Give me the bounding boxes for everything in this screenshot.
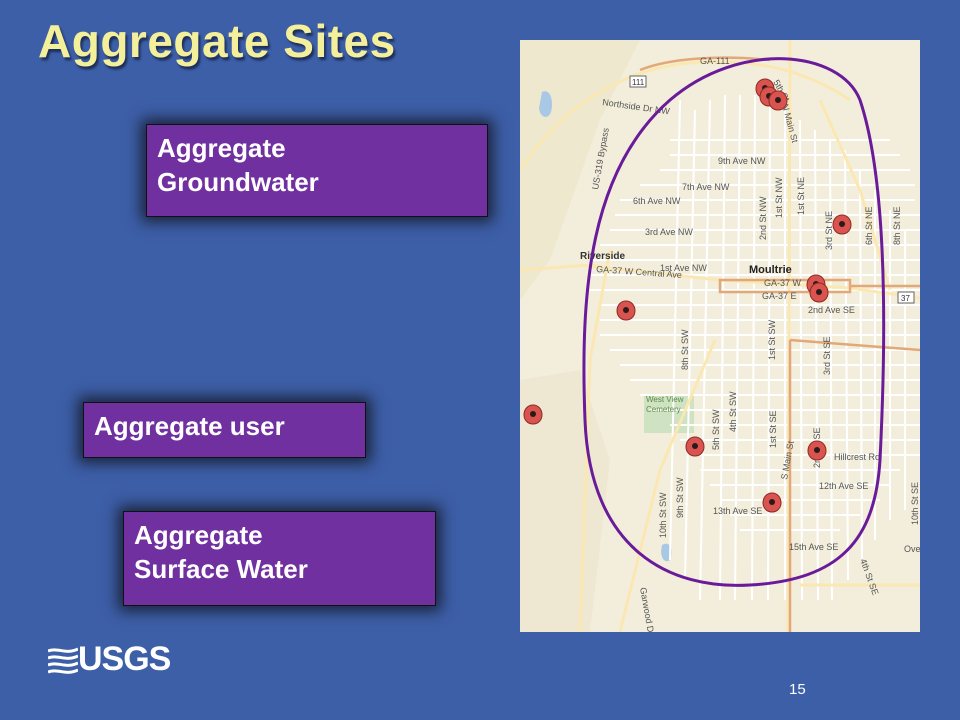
svg-text:GA-37 W: GA-37 W <box>764 278 802 288</box>
svg-text:4th St SW: 4th St SW <box>728 391 738 432</box>
svg-text:9th St SW: 9th St SW <box>675 477 685 518</box>
site-marker[interactable] <box>762 492 782 513</box>
svg-text:1st St NE: 1st St NE <box>796 177 806 215</box>
route-111-shield: 111 <box>629 75 647 88</box>
aggregate-user-label: Aggregate user <box>83 402 366 458</box>
moultrie-label: Moultrie <box>749 264 792 276</box>
site-marker[interactable] <box>768 90 788 111</box>
street-map[interactable]: GA-111 Northside Dr NW 5th St N Main St … <box>520 40 920 632</box>
riverside-label: Riverside <box>580 251 625 262</box>
legend-line: Surface Water <box>134 554 308 584</box>
svg-text:2nd Ave SE: 2nd Ave SE <box>808 305 855 315</box>
svg-text:12th Ave SE: 12th Ave SE <box>819 481 868 491</box>
svg-text:15th Ave SE: 15th Ave SE <box>789 542 838 552</box>
svg-text:1st St SE: 1st St SE <box>768 410 778 448</box>
svg-text:111: 111 <box>632 78 645 87</box>
svg-text:3rd St NE: 3rd St NE <box>824 211 834 250</box>
svg-text:GA-111: GA-111 <box>700 56 730 66</box>
route-37-shield: 37 <box>897 291 915 304</box>
svg-text:8th St NE: 8th St NE <box>892 206 902 245</box>
legend-line: Aggregate user <box>94 411 285 441</box>
svg-text:9th Ave NW: 9th Ave NW <box>718 156 766 166</box>
svg-text:3rd Ave NW: 3rd Ave NW <box>645 227 693 237</box>
svg-text:10th St SW: 10th St SW <box>658 492 668 538</box>
svg-text:6th Ave NW: 6th Ave NW <box>633 196 681 206</box>
svg-text:Hillcrest Rd: Hillcrest Rd <box>834 452 880 462</box>
svg-text:3rd St SE: 3rd St SE <box>822 336 832 375</box>
usgs-logo: USGS <box>48 640 171 679</box>
svg-text:37: 37 <box>901 294 910 303</box>
slide-title: Aggregate Sites <box>38 15 396 67</box>
usgs-logo-text: USGS <box>78 640 171 678</box>
svg-text:10th St SE: 10th St SE <box>910 482 920 525</box>
site-marker[interactable] <box>809 282 829 303</box>
legend-line: Aggregate <box>157 133 286 163</box>
svg-text:7th Ave NW: 7th Ave NW <box>682 182 730 192</box>
site-marker[interactable] <box>523 404 543 425</box>
site-marker[interactable] <box>616 300 636 321</box>
svg-text:1st St SW: 1st St SW <box>767 319 777 360</box>
map-canvas: GA-111 Northside Dr NW 5th St N Main St … <box>520 40 920 632</box>
svg-text:GA-37 E: GA-37 E <box>762 291 797 301</box>
svg-text:5th St SW: 5th St SW <box>711 409 721 450</box>
aggregate-surface-water-label: Aggregate Surface Water <box>123 511 436 606</box>
svg-text:2nd St NW: 2nd St NW <box>758 196 768 240</box>
cemetery-label: West View <box>646 395 684 404</box>
svg-text:8th St SW: 8th St SW <box>680 329 690 370</box>
svg-text:Ove: Ove <box>904 544 920 554</box>
svg-text:13th Ave SE: 13th Ave SE <box>713 506 762 516</box>
site-marker[interactable] <box>807 440 827 461</box>
aggregate-groundwater-label: Aggregate Groundwater <box>146 124 488 217</box>
site-marker[interactable] <box>685 436 705 457</box>
legend-line: Groundwater <box>157 167 319 197</box>
cemetery-label: Cemetery <box>646 405 681 414</box>
svg-text:6th St NE: 6th St NE <box>864 206 874 245</box>
svg-text:1st St NW: 1st St NW <box>774 177 784 218</box>
page-number: 15 <box>789 681 806 698</box>
legend-line: Aggregate <box>134 520 263 550</box>
site-marker[interactable] <box>832 214 852 235</box>
usgs-wave-icon <box>48 644 78 675</box>
